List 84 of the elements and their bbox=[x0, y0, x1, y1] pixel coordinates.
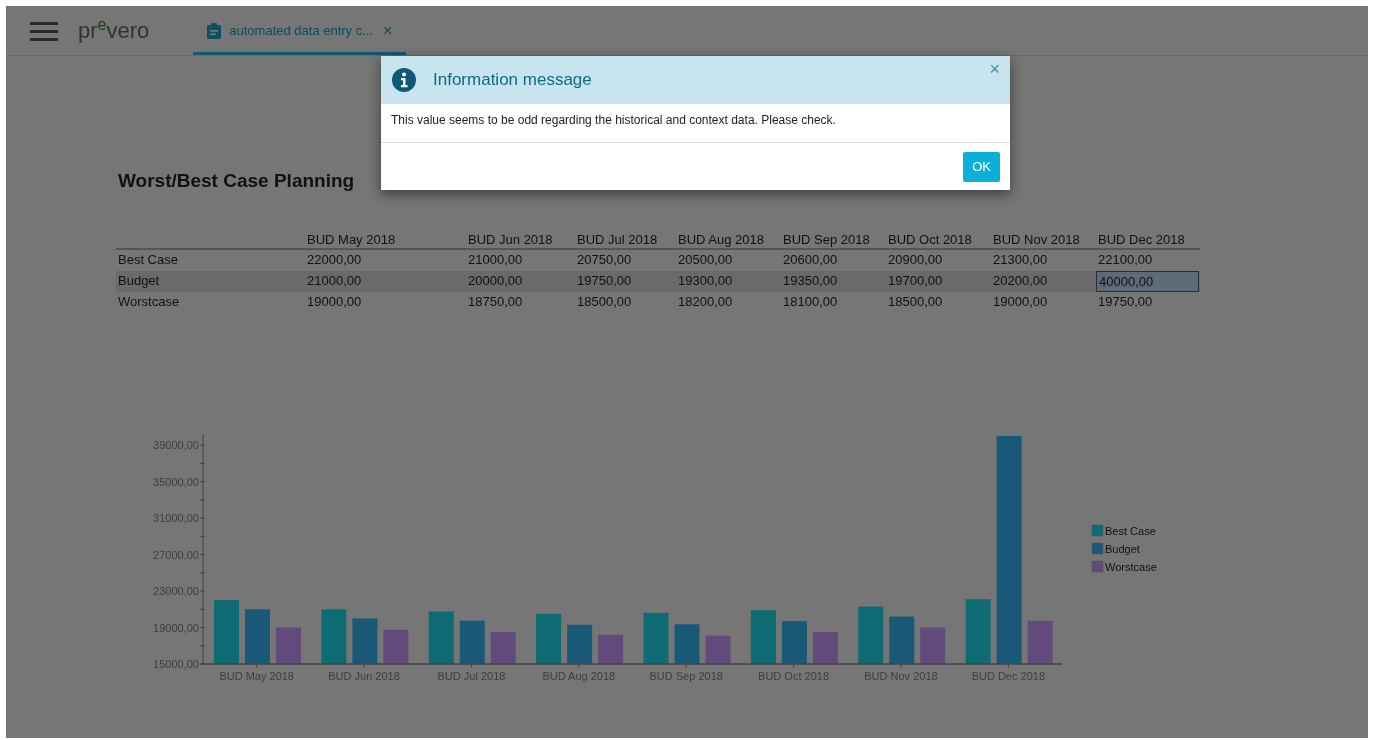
bar bbox=[643, 612, 669, 664]
table-cell[interactable]: 20900,00 bbox=[886, 250, 991, 270]
info-icon bbox=[392, 68, 416, 92]
page-title: Worst/Best Case Planning bbox=[118, 169, 356, 193]
table-cell[interactable]: 19750,00 bbox=[1096, 292, 1199, 312]
legend-label: Best Case bbox=[1105, 524, 1156, 537]
table-cell[interactable]: 21300,00 bbox=[991, 250, 1096, 270]
bar bbox=[781, 620, 807, 664]
bar bbox=[705, 635, 731, 664]
column-header: BUD Oct 2018 bbox=[887, 230, 973, 249]
bar bbox=[428, 611, 454, 664]
table-cell[interactable]: 20500,00 bbox=[676, 250, 781, 270]
table-cell[interactable]: 20000,00 bbox=[466, 271, 575, 291]
bar bbox=[812, 631, 838, 664]
table-cell[interactable]: Budget bbox=[116, 271, 305, 291]
ok-button[interactable]: OK bbox=[963, 151, 1000, 182]
column-header: BUD Nov 2018 bbox=[992, 230, 1081, 249]
legend-label: Budget bbox=[1105, 542, 1140, 555]
table-cell[interactable]: 19000,00 bbox=[305, 292, 466, 312]
bar bbox=[536, 613, 562, 664]
table-cell[interactable]: 18100,00 bbox=[781, 292, 886, 312]
bar bbox=[459, 620, 485, 664]
column-header: BUD Dec 2018 bbox=[1097, 230, 1186, 249]
table-cell[interactable]: 20750,00 bbox=[575, 250, 676, 270]
bar bbox=[245, 608, 270, 664]
axis-label: BUD Jun 2018 bbox=[328, 669, 400, 682]
table-cell[interactable]: 18500,00 bbox=[886, 292, 991, 312]
dialog-message: This value seems to be odd regarding the historical and context data. Please check. bbox=[381, 104, 1010, 143]
column-header: BUD Jun 2018 bbox=[467, 230, 554, 249]
menu-icon[interactable] bbox=[30, 20, 58, 41]
table-row[interactable]: Worstcase 19000,00 18750,00 18500,00 18200,00 18100,00 18500,00 19000,00 19750,00 bbox=[116, 291, 1200, 313]
table-cell[interactable]: 19000,00 bbox=[991, 292, 1096, 312]
axis-label: 23000,00 bbox=[153, 584, 199, 597]
column-header: BUD May 2018 bbox=[306, 230, 397, 249]
axis-label: 35000,00 bbox=[153, 475, 199, 488]
table-row[interactable]: Best Case 22000,00 21000,00 20750,00 20500,00 20600,00 20900,00 21300,00 22100,00 bbox=[116, 249, 1200, 271]
column-header: BUD Sep 2018 bbox=[782, 230, 871, 249]
clipboard-icon bbox=[207, 23, 222, 39]
legend-label: Worstcase bbox=[1105, 560, 1157, 573]
bar bbox=[920, 627, 946, 664]
bar bbox=[889, 616, 915, 664]
table-cell[interactable]: 18200,00 bbox=[676, 292, 781, 312]
bar bbox=[1027, 620, 1053, 664]
bar bbox=[674, 623, 700, 664]
bar bbox=[567, 624, 593, 664]
logo: pr$^{e}$vero bbox=[78, 19, 150, 42]
table-cell[interactable]: 18750,00 bbox=[466, 292, 575, 312]
table-cell[interactable]: Worstcase bbox=[116, 292, 305, 312]
bar bbox=[276, 627, 301, 664]
column-header: BUD Jul 2018 bbox=[576, 230, 659, 249]
column-header: BUD Aug 2018 bbox=[677, 230, 765, 249]
table-cell[interactable]: 20200,00 bbox=[991, 271, 1096, 291]
table-cell[interactable]: Best Case bbox=[116, 250, 305, 270]
legend-swatch bbox=[1091, 524, 1104, 536]
bar bbox=[965, 598, 991, 664]
selected-row[interactable]: Budget 21000,00 20000,00 19750,00 19300,00 19350,00 19700,00 20200,00 40000,00 bbox=[116, 270, 1200, 292]
table-cell[interactable]: 19300,00 bbox=[676, 271, 781, 291]
dialog-title: Information message bbox=[433, 69, 592, 92]
bar bbox=[214, 599, 239, 664]
legend-swatch bbox=[1091, 542, 1104, 554]
tab[interactable]: automated data entry c... × bbox=[193, 6, 407, 55]
tab-label: automated data entry c... bbox=[229, 22, 374, 41]
table-cell[interactable]: 19750,00 bbox=[575, 271, 676, 291]
table-cell[interactable]: 18500,00 bbox=[575, 292, 676, 312]
bar bbox=[598, 634, 624, 664]
bar bbox=[321, 608, 347, 664]
axis-label: 31000,00 bbox=[153, 511, 199, 524]
axis-label: 39000,00 bbox=[153, 438, 199, 451]
bar bbox=[750, 609, 776, 664]
bar bbox=[383, 629, 409, 664]
table-cell[interactable]: 21000,00 bbox=[305, 271, 466, 291]
table-cell[interactable]: 19700,00 bbox=[886, 271, 991, 291]
tab-close-button[interactable]: × bbox=[383, 19, 393, 43]
table-cell[interactable]: 22100,00 bbox=[1096, 250, 1199, 270]
close-button[interactable]: × bbox=[989, 60, 1000, 78]
table-cell[interactable]: 20600,00 bbox=[781, 250, 886, 270]
bar bbox=[352, 617, 378, 664]
bar bbox=[858, 606, 884, 664]
table-cell[interactable]: 40000,00 bbox=[1096, 270, 1199, 292]
table-cell[interactable]: 19350,00 bbox=[781, 271, 886, 291]
table-cell[interactable]: 22000,00 bbox=[305, 250, 466, 270]
legend-swatch bbox=[1091, 560, 1104, 572]
bar bbox=[490, 631, 516, 664]
table-cell[interactable]: 21000,00 bbox=[466, 250, 575, 270]
